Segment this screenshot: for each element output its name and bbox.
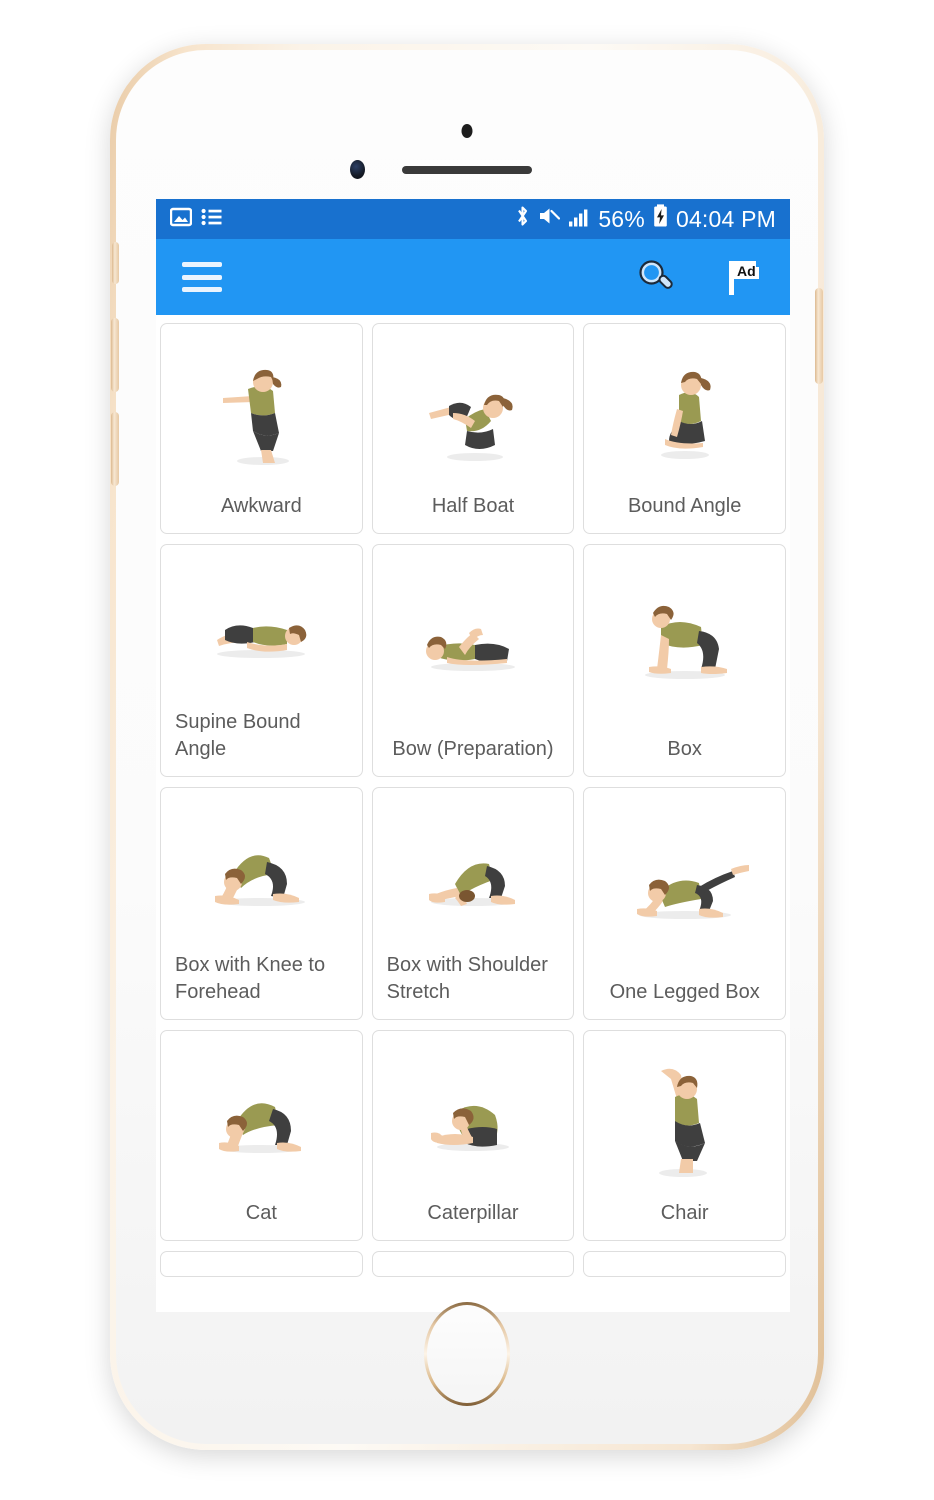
pose-card-caterpillar[interactable]: Caterpillar (371, 1030, 575, 1241)
ad-flag-icon[interactable]: Ad (720, 255, 764, 299)
pose-card-cat[interactable]: Cat (160, 1030, 363, 1241)
phone-frame: 56% 04:04 PM Ad Awkward Half Boat Bound … (110, 44, 824, 1450)
pose-card-awkward[interactable]: Awkward (160, 323, 363, 534)
silent-switch[interactable] (112, 242, 119, 284)
volume-up-button[interactable] (111, 318, 119, 392)
pose-label: Supine Bound Angle (175, 711, 301, 760)
pose-figure-one-legged-box (584, 788, 785, 979)
menu-bar-2 (182, 274, 222, 280)
svg-text:Ad: Ad (737, 263, 756, 279)
pose-figure-cat (161, 1031, 362, 1200)
pose-figure-bow-preparation (373, 545, 574, 736)
menu-bar-1 (182, 262, 222, 267)
image-icon (169, 207, 193, 232)
pose-figure-box-knee-forehead (161, 788, 362, 952)
pose-card-supine-bound-angle[interactable]: Supine Bound Angle (160, 544, 363, 777)
status-bar-system: 56% 04:04 PM (515, 204, 776, 234)
pose-card-box[interactable]: Box (583, 544, 786, 777)
pose-label: Half Boat (431, 494, 515, 517)
pose-figure-box (584, 545, 785, 736)
app-bar-actions: Ad (634, 255, 764, 299)
pose-figure-supine-bound-angle (161, 545, 362, 709)
search-icon[interactable] (634, 256, 676, 298)
status-bar: 56% 04:04 PM (156, 199, 790, 239)
phone-body: 56% 04:04 PM Ad Awkward Half Boat Bound … (111, 50, 823, 1444)
pose-label: Box with Knee to Forehead (175, 954, 326, 1003)
volume-down-button[interactable] (111, 412, 119, 486)
menu-bar-3 (182, 287, 222, 292)
earpiece-speaker (402, 166, 532, 174)
mute-icon (538, 205, 561, 233)
pose-card-one-legged-box[interactable]: One Legged Box (583, 787, 786, 1020)
status-bar-notifications (169, 207, 223, 232)
bluetooth-icon (515, 204, 530, 234)
pose-card-bow-preparation[interactable]: Bow (Preparation) (371, 544, 575, 777)
pose-card-bound-angle[interactable]: Bound Angle (583, 323, 786, 534)
pose-card-next-row-partial[interactable] (583, 1251, 786, 1277)
hamburger-menu-icon[interactable] (182, 262, 222, 292)
phone-screen: 56% 04:04 PM Ad Awkward Half Boat Bound … (156, 199, 790, 1312)
app-bar: Ad (156, 239, 790, 315)
pose-card-box-knee-forehead[interactable]: Box with Knee to Forehead (160, 787, 363, 1020)
pose-label: Chair (660, 1201, 709, 1224)
pose-label: Bow (Preparation) (392, 737, 554, 760)
pose-figure-awkward (161, 324, 362, 493)
pose-figure-chair (584, 1031, 785, 1200)
pose-grid: Awkward Half Boat Bound Angle Supine Bou… (156, 315, 790, 1277)
battery-percent-label: 56% (598, 205, 645, 232)
pose-figure-caterpillar (373, 1031, 574, 1200)
pose-label: Box (667, 737, 702, 760)
pose-card-next-row-partial[interactable] (160, 1251, 363, 1277)
pose-label: Caterpillar (427, 1201, 519, 1224)
pose-label: Awkward (220, 494, 302, 517)
clock-label: 04:04 PM (675, 205, 776, 232)
pose-card-half-boat[interactable]: Half Boat (371, 323, 575, 534)
front-camera (350, 160, 365, 179)
pose-card-chair[interactable]: Chair (583, 1030, 786, 1241)
pose-card-box-shoulder-stretch[interactable]: Box with Shoulder Stretch (371, 787, 575, 1020)
pose-figure-bound-angle (584, 324, 785, 493)
pose-label: Bound Angle (627, 494, 742, 517)
pose-card-next-row-partial[interactable] (371, 1251, 575, 1277)
pose-figure-half-boat (373, 324, 574, 493)
home-button[interactable] (424, 1302, 510, 1406)
pose-label: Box with Shoulder Stretch (386, 954, 548, 1003)
power-button[interactable] (815, 288, 823, 384)
pose-figure-box-shoulder-stretch (373, 788, 574, 952)
pose-label: Cat (245, 1201, 277, 1224)
battery-charging-icon (653, 204, 668, 234)
signal-icon (568, 206, 590, 233)
proximity-sensor (461, 124, 473, 138)
pose-label: One Legged Box (609, 980, 760, 1003)
list-icon (201, 207, 223, 232)
